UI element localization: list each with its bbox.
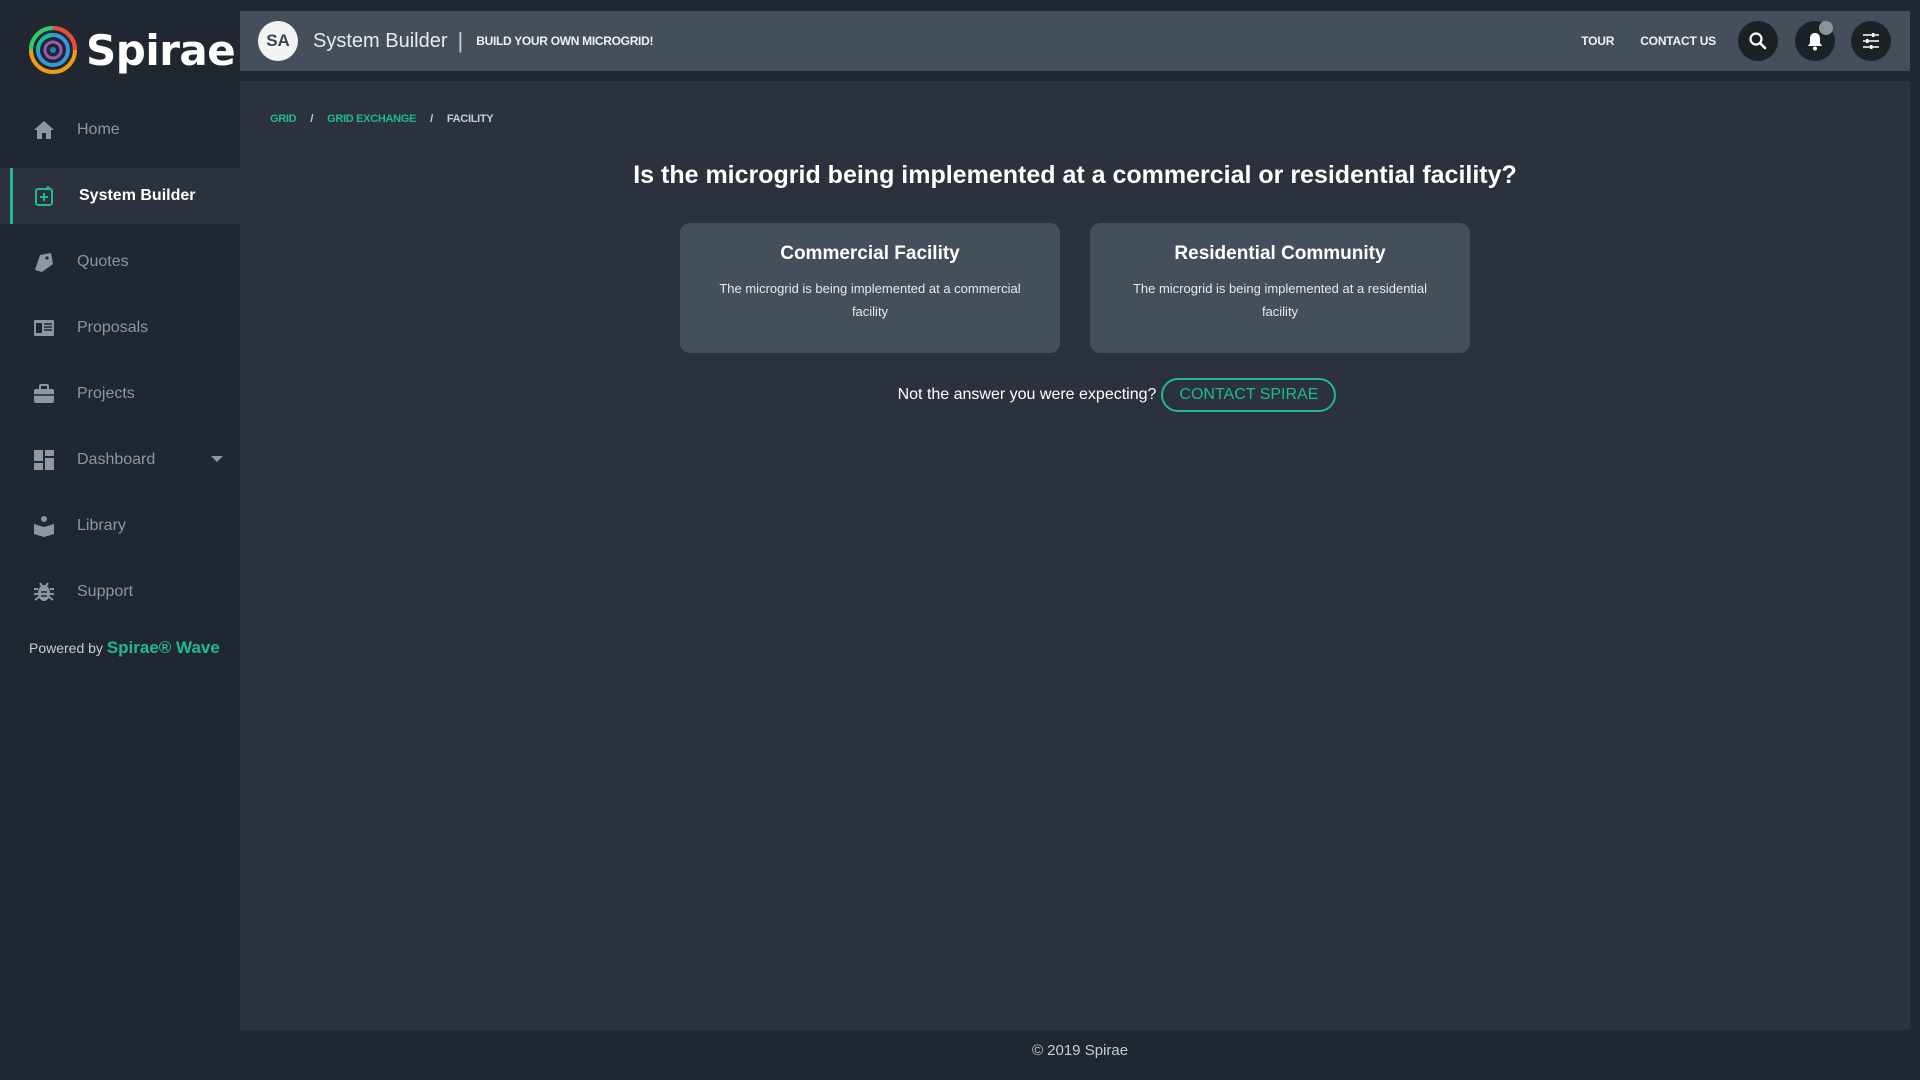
sidebar-item-library[interactable]: Library <box>0 498 240 554</box>
sidebar-item-dashboard[interactable]: Dashboard <box>0 432 240 488</box>
sidebar-item-label: Projects <box>77 385 135 402</box>
notifications-button[interactable] <box>1795 21 1835 61</box>
sidebar-nav: Home System Builder Quotes Proposals Pro… <box>0 102 240 630</box>
briefcase-icon <box>31 381 57 407</box>
sidebar-item-projects[interactable]: Projects <box>0 366 240 422</box>
sidebar-item-quotes[interactable]: Quotes <box>0 234 240 290</box>
breadcrumb-grid[interactable]: GRID <box>270 113 297 125</box>
powered-by-prefix: Powered by <box>29 640 103 656</box>
question-heading: Is the microgrid being implemented at a … <box>633 161 1517 189</box>
sidebar-item-label: Library <box>77 517 126 534</box>
sidebar-item-home[interactable]: Home <box>0 102 240 158</box>
sidebar-item-label: Quotes <box>77 253 129 270</box>
notification-badge <box>1819 21 1833 35</box>
breadcrumb-grid-exchange[interactable]: GRID EXCHANGE <box>327 113 416 125</box>
card-title: Residential Community <box>1174 243 1386 264</box>
help-row: Not the answer you were expecting? CONTA… <box>240 378 1910 412</box>
sidebar: Spirae Home System Builder Quotes Propos… <box>0 0 240 1080</box>
spirae-logo-icon <box>29 26 77 74</box>
book-icon <box>31 513 57 539</box>
main-content: GRID / GRID EXCHANGE / FACILITY Is the m… <box>240 81 1910 1030</box>
breadcrumb-current: FACILITY <box>446 113 494 125</box>
search-icon <box>1749 32 1767 50</box>
card-description: The microgrid is being implemented at a … <box>1132 281 1428 319</box>
sidebar-item-support[interactable]: Support <box>0 564 240 620</box>
top-links: TOUR CONTACT US <box>1581 11 1716 71</box>
bell-icon <box>1808 33 1822 51</box>
top-bar: SA System Builder | BUILD YOUR OWN MICRO… <box>240 11 1910 71</box>
sidebar-item-label: System Builder <box>79 187 196 204</box>
powered-by-brand[interactable]: Spirae® Wave <box>107 638 220 657</box>
footer-copyright: © 2019 Spirae <box>1031 1042 1129 1059</box>
card-title: Commercial Facility <box>780 243 960 264</box>
tour-link[interactable]: TOUR <box>1581 34 1614 48</box>
card-description: The microgrid is being implemented at a … <box>719 281 1021 319</box>
search-button[interactable] <box>1738 21 1778 61</box>
chevron-down-icon[interactable] <box>211 456 223 462</box>
sliders-icon <box>1863 33 1879 49</box>
sidebar-item-proposals[interactable]: Proposals <box>0 300 240 356</box>
breadcrumb: GRID / GRID EXCHANGE / FACILITY <box>270 113 494 125</box>
title-separator: | <box>457 28 464 53</box>
sidebar-item-label: Home <box>77 121 120 138</box>
settings-button[interactable] <box>1851 21 1891 61</box>
document-icon <box>31 315 57 341</box>
avatar[interactable]: SA <box>258 21 298 61</box>
spirae-logo[interactable]: Spirae <box>28 24 236 76</box>
residential-community-card[interactable]: Residential Community The microgrid is b… <box>1090 223 1470 353</box>
powered-by: Powered by Spirae® Wave <box>29 638 220 658</box>
sidebar-item-system-builder[interactable]: System Builder <box>0 168 240 224</box>
bug-icon <box>31 579 57 605</box>
breadcrumb-separator: / <box>430 113 433 125</box>
commercial-facility-card[interactable]: Commercial Facility The microgrid is bei… <box>680 223 1060 353</box>
help-text: Not the answer you were expecting? <box>897 386 1157 403</box>
page-subtitle: BUILD YOUR OWN MICROGRID! <box>476 34 654 48</box>
dashboard-icon <box>31 447 57 473</box>
breadcrumb-separator: / <box>310 113 314 125</box>
page-title: System Builder <box>313 29 448 52</box>
home-icon <box>31 117 57 143</box>
brand-name: Spirae <box>86 25 236 75</box>
sidebar-item-label: Support <box>77 583 134 600</box>
contact-spirae-button[interactable]: CONTACT SPIRAE <box>1161 378 1337 412</box>
sidebar-item-label: Dashboard <box>77 451 156 468</box>
tag-icon <box>31 249 57 275</box>
contact-us-link[interactable]: CONTACT US <box>1640 34 1716 48</box>
sidebar-item-label: Proposals <box>77 319 149 336</box>
add-box-icon <box>31 183 57 209</box>
